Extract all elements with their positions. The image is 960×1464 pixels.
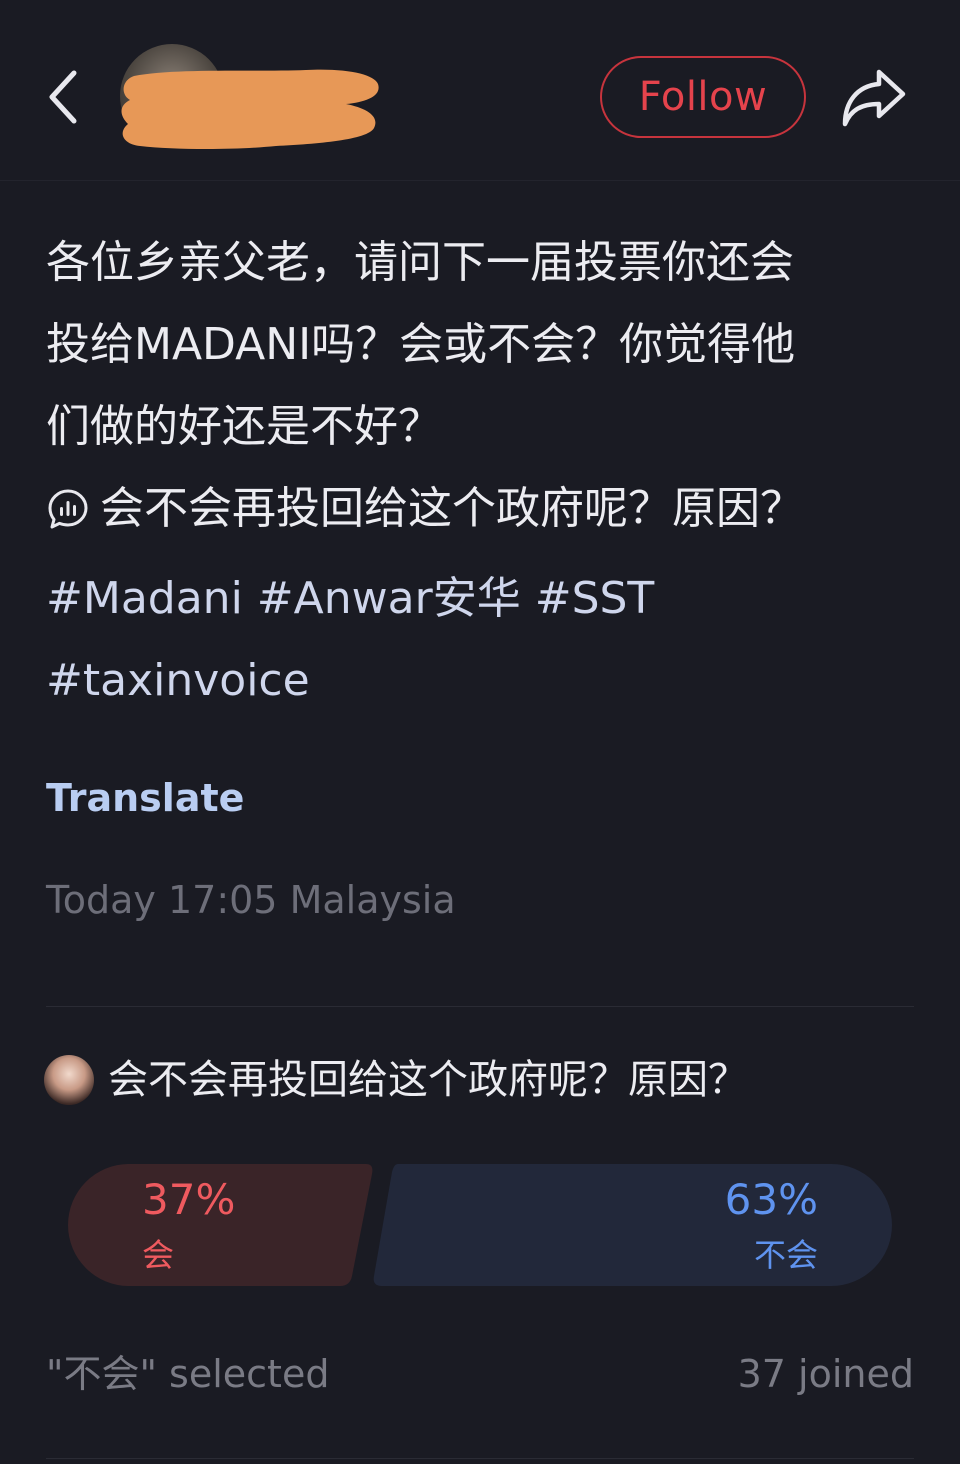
poll-option-percent: 63% [724, 1175, 818, 1224]
post-timestamp: Today 17:05 Malaysia [46, 878, 456, 922]
post-text-line: 投给MADANI吗？会或不会？你觉得他 [46, 319, 796, 370]
poll-option-label: 不会 [753, 1236, 818, 1274]
hashtag-link[interactable]: #taxinvoice [46, 655, 310, 706]
poll-question: 会不会再投回给这个政府呢？原因？ [108, 1057, 748, 1103]
hashtags-row: #Madani #Anwar安华 #SST [46, 558, 922, 640]
poll-option-label: 会 [142, 1236, 175, 1274]
share-button[interactable] [836, 60, 912, 136]
divider [46, 1458, 914, 1459]
top-bar: Follow [0, 0, 960, 181]
poll-selected-text: "不会" selected [46, 1352, 330, 1396]
poll-option-no[interactable]: 63% 不会 [372, 1164, 892, 1286]
hashtag-link[interactable]: #Madani [46, 573, 243, 624]
chevron-left-icon [49, 70, 77, 124]
poll-header: 会不会再投回给这个政府呢？原因？ [44, 1050, 748, 1110]
poll-option-percent: 37% [142, 1175, 236, 1224]
post-body: 各位乡亲父老，请问下一届投票你还会 投给MADANI吗？会或不会？你觉得他 们做… [46, 222, 922, 722]
translate-link[interactable]: Translate [46, 770, 244, 826]
hashtag-link[interactable]: #Anwar安华 [257, 573, 521, 624]
poll-author-avatar [44, 1055, 94, 1105]
share-arrow-icon [842, 69, 906, 127]
poll-results: 37% 会 63% 不会 [68, 1164, 892, 1286]
divider [46, 1006, 914, 1007]
poll-link-text: 会不会再投回给这个政府呢？原因？ [100, 483, 804, 534]
redaction-mark [121, 69, 379, 149]
hashtags-row: #taxinvoice [46, 640, 922, 722]
hashtag-link[interactable]: #SST [535, 573, 655, 624]
poll-joined-count: 37 joined [737, 1352, 914, 1396]
poll-option-yes[interactable]: 37% 会 [68, 1164, 378, 1286]
poll-bubble-icon [48, 489, 88, 529]
back-button[interactable] [36, 62, 88, 132]
post-text-line: 们做的好还是不好？ [46, 401, 442, 452]
follow-button[interactable]: Follow [600, 56, 806, 138]
post-text-line: 各位乡亲父老，请问下一届投票你还会 [46, 237, 794, 288]
poll-link-line[interactable]: 会不会再投回给这个政府呢？原因？ [46, 468, 922, 558]
